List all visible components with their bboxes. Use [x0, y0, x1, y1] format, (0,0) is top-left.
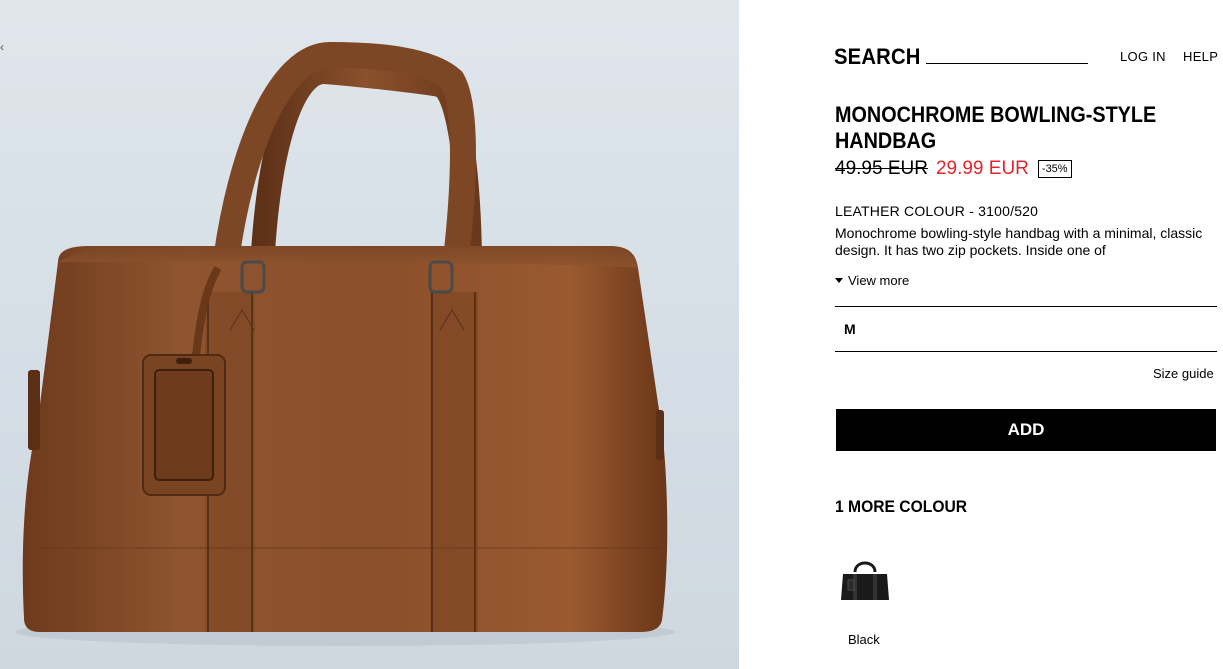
- view-more-toggle[interactable]: View more: [835, 273, 909, 288]
- price-row: 49.95 EUR 29.99 EUR -35%: [835, 158, 1072, 180]
- colour-swatch-black[interactable]: [837, 552, 893, 608]
- original-price: 49.95 EUR: [835, 158, 928, 179]
- size-selector[interactable]: M: [835, 306, 1217, 352]
- view-more-label: View more: [848, 273, 910, 288]
- discount-badge: -35%: [1037, 160, 1072, 178]
- product-description: Monochrome bowling-style handbag with a …: [835, 225, 1203, 258]
- add-to-cart-button[interactable]: ADD: [836, 409, 1216, 451]
- caret-down-icon: [835, 278, 843, 283]
- product-info-panel: SEARCH LOG IN HELP MONOCHROME BOWLING-ST…: [739, 0, 1223, 669]
- size-guide-link[interactable]: Size guide: [1153, 366, 1214, 381]
- more-colour-heading: 1 MORE COLOUR: [835, 497, 968, 516]
- product-title: MONOCHROME BOWLING-STYLE HANDBAG: [835, 102, 1157, 153]
- login-link[interactable]: LOG IN: [1120, 49, 1166, 64]
- sale-price: 29.99 EUR: [935, 158, 1029, 179]
- handbag-illustration: [15, 41, 675, 646]
- search-label[interactable]: SEARCH: [834, 44, 921, 70]
- colour-reference: LEATHER COLOUR - 3100/520: [835, 203, 1039, 219]
- selected-size: M: [844, 321, 856, 337]
- search-input[interactable]: [926, 63, 1088, 64]
- help-link[interactable]: HELP: [1183, 49, 1218, 64]
- product-image[interactable]: ‹: [0, 0, 739, 669]
- black-handbag-thumbnail: [841, 561, 889, 600]
- colour-swatch-label: Black: [848, 632, 880, 647]
